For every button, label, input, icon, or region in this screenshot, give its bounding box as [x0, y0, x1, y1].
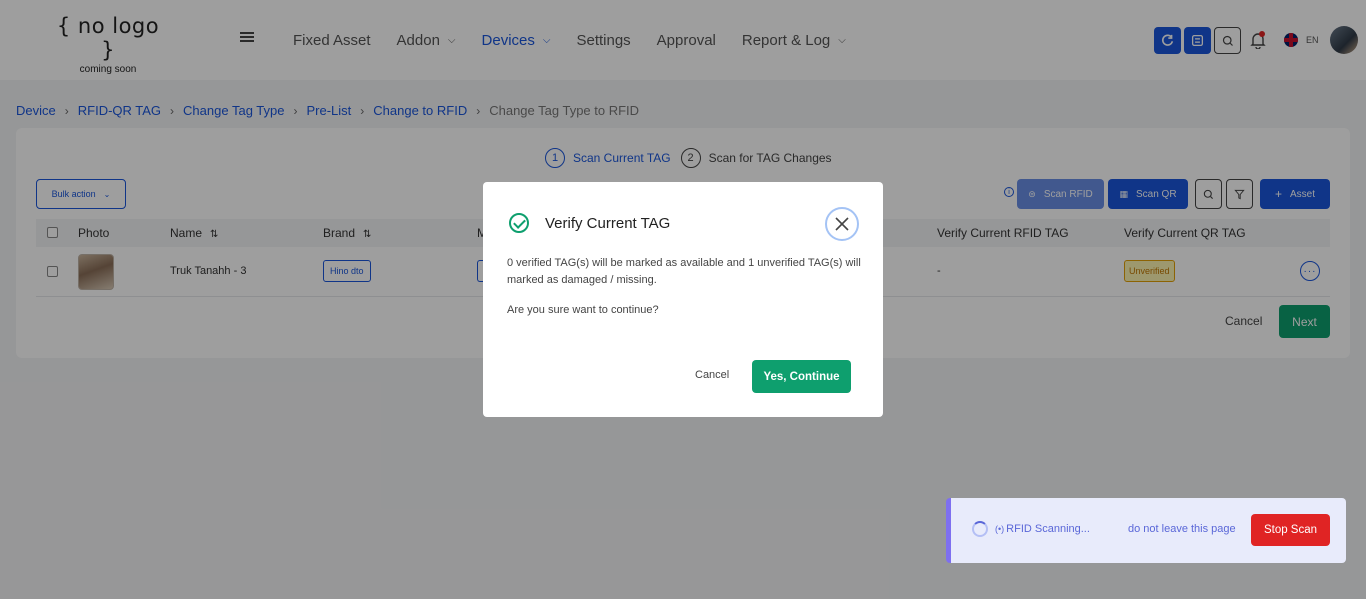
confirm-continue-button[interactable]: Yes, Continue [752, 360, 851, 393]
close-button[interactable] [825, 207, 859, 241]
scan-status: (•) RFID Scanning... [995, 523, 1090, 535]
modal-cancel-button[interactable]: Cancel [695, 369, 729, 381]
check-circle-icon [509, 213, 529, 233]
stop-scan-button[interactable]: Stop Scan [1251, 514, 1330, 546]
modal-title: Verify Current TAG [545, 215, 671, 232]
modal-message: 0 verified TAG(s) will be marked as avai… [507, 257, 861, 286]
scan-status-text: RFID Scanning... [1006, 523, 1090, 535]
modal-question: Are you sure want to continue? [507, 304, 659, 316]
rfid-icon: (•) [995, 524, 1005, 534]
verify-tag-modal: Verify Current TAG 0 verified TAG(s) wil… [483, 182, 883, 417]
scan-warning-text: do not leave this page [1128, 523, 1236, 535]
rfid-scan-toast: (•) RFID Scanning... do not leave this p… [946, 498, 1346, 563]
close-icon [835, 217, 849, 231]
loading-spinner-icon [972, 521, 988, 537]
